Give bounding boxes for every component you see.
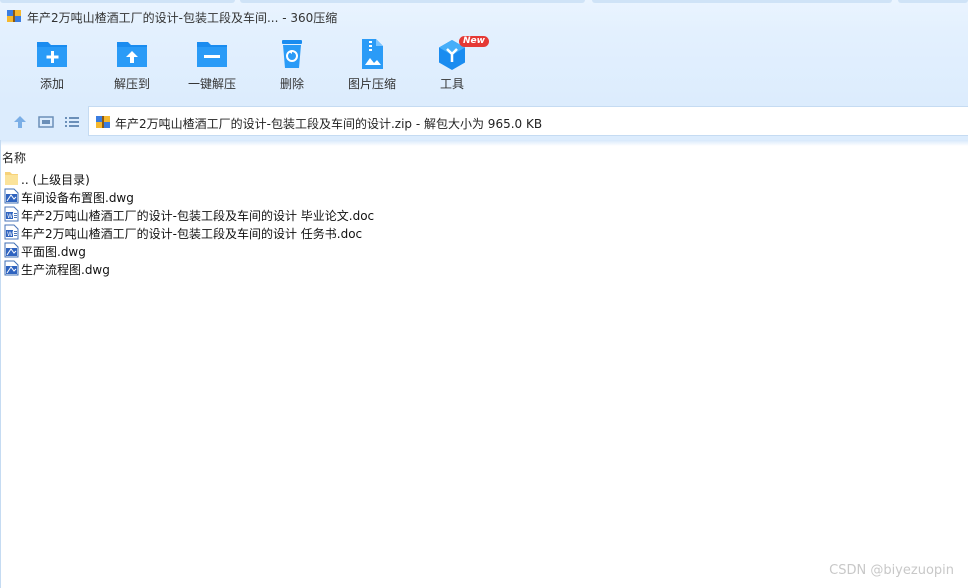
tab-strip	[0, 0, 235, 3]
tab-strip	[240, 0, 585, 3]
file-name: 年产2万吨山楂酒工厂的设计-包装工段及车间的设计 任务书.doc	[21, 227, 363, 241]
list-item[interactable]: W 年产2万吨山楂酒工厂的设计-包装工段及车间的设计 毕业论文.doc	[0, 205, 968, 223]
list-item-parent-dir[interactable]: .. (上级目录)	[0, 169, 968, 187]
zip-archive-icon	[96, 116, 110, 128]
dwg-file-icon	[4, 260, 19, 276]
tools-label: 工具	[439, 77, 464, 91]
header-separator	[0, 140, 968, 146]
trash-icon	[282, 40, 302, 68]
file-name: .. (上级目录)	[21, 173, 90, 187]
dwg-file-icon	[4, 188, 19, 204]
tools-button[interactable]: New 工具	[414, 36, 490, 100]
doc-file-icon: W	[4, 206, 19, 222]
delete-button[interactable]: 删除	[254, 38, 330, 100]
address-bar[interactable]: 年产2万吨山楂酒工厂的设计-包装工段及车间的设计.zip - 解包大小为 965…	[88, 106, 968, 136]
column-header-name[interactable]: 名称	[2, 149, 26, 166]
extract-to-label: 解压到	[113, 77, 150, 91]
list-item[interactable]: 平面图.dwg	[0, 241, 968, 259]
window-title: 年产2万吨山楂酒工厂的设计-包装工段及车间... - 360压缩	[27, 11, 338, 25]
file-list: .. (上级目录) 车间设备布置图.dwg W 年产2万吨山楂酒工厂的设计-包装…	[0, 169, 968, 277]
one-click-extract-button[interactable]: 一键解压	[174, 38, 250, 100]
add-button[interactable]: 添加	[14, 38, 90, 100]
one-click-extract-label: 一键解压	[187, 77, 236, 91]
list-item[interactable]: W 年产2万吨山楂酒工厂的设计-包装工段及车间的设计 任务书.doc	[0, 223, 968, 241]
list-item[interactable]: 生产流程图.dwg	[0, 259, 968, 277]
file-name: 年产2万吨山楂酒工厂的设计-包装工段及车间的设计 毕业论文.doc	[21, 209, 375, 223]
file-name: 车间设备布置图.dwg	[21, 191, 134, 205]
tab-strip	[592, 0, 892, 3]
watermark: CSDN @biyezuopin	[829, 563, 954, 578]
add-folder-icon	[37, 42, 67, 67]
svg-text:W: W	[7, 213, 13, 220]
doc-file-icon: W	[4, 224, 19, 240]
extract-to-button[interactable]: 解压到	[94, 38, 170, 100]
toolbar: 添加 解压到 一键解压 删除 图片压缩 New 工具	[0, 32, 968, 104]
file-name: 生产流程图.dwg	[21, 263, 110, 277]
archive-app-icon	[7, 10, 21, 22]
new-badge: New	[459, 36, 489, 47]
dwg-file-icon	[4, 242, 19, 258]
up-arrow-icon[interactable]	[12, 114, 28, 130]
image-compress-icon	[362, 39, 383, 69]
image-compress-label: 图片压缩	[347, 77, 396, 91]
one-click-extract-icon	[197, 42, 227, 67]
image-compress-button[interactable]: 图片压缩	[334, 38, 410, 100]
tab-strip	[898, 0, 968, 3]
folder-icon	[5, 172, 18, 185]
title-bar: 年产2万吨山楂酒工厂的设计-包装工段及车间... - 360压缩	[0, 0, 968, 32]
archive-path: 年产2万吨山楂酒工厂的设计-包装工段及车间的设计.zip - 解包大小为 965…	[115, 117, 543, 131]
file-name: 平面图.dwg	[21, 245, 86, 259]
list-view-icon[interactable]	[64, 114, 80, 130]
list-item[interactable]: 车间设备布置图.dwg	[0, 187, 968, 205]
svg-text:W: W	[7, 231, 13, 238]
thumbnail-view-icon[interactable]	[38, 114, 54, 130]
extract-to-icon	[117, 42, 147, 67]
add-label: 添加	[39, 77, 64, 91]
delete-label: 删除	[279, 77, 304, 91]
